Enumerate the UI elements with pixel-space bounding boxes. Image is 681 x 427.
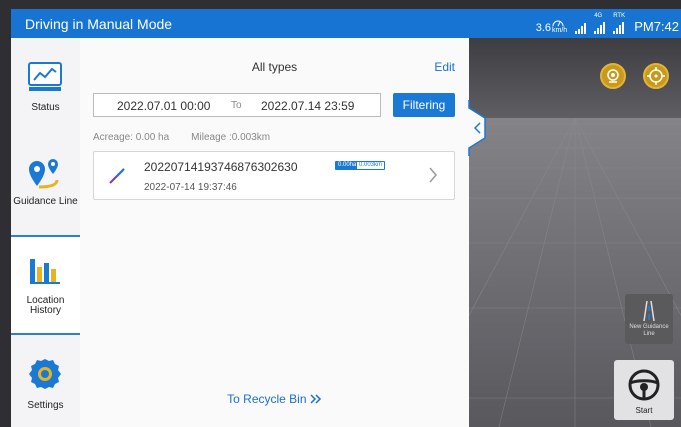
- sidebar: Status Guidance Line Location History Se…: [11, 38, 80, 427]
- speed-unit: km/h: [552, 27, 568, 34]
- sidebar-item-label: Location History: [26, 295, 65, 316]
- speed-value: 3.6: [535, 22, 552, 34]
- sidebar-item-status[interactable]: Status: [11, 38, 80, 118]
- guidance-pin-icon: [29, 159, 59, 189]
- network-label: 4G: [594, 13, 603, 19]
- acreage-total: Acreage: 0.00 ha: [93, 132, 170, 143]
- filtering-button[interactable]: Filtering: [393, 93, 455, 117]
- sidebar-item-guidance-line[interactable]: Guidance Line: [11, 118, 80, 236]
- summary-stats: Acreage: 0.00 ha Mileage :0.003km: [93, 132, 270, 143]
- camera-icon: [607, 69, 619, 83]
- new-guidance-line-label: New Guidance Line: [629, 324, 669, 337]
- chevron-right-icon: [429, 167, 437, 183]
- clock: PM7:42: [634, 19, 679, 34]
- sidebar-item-label: Status: [31, 102, 60, 113]
- recycle-bin-link[interactable]: To Recycle Bin: [80, 392, 469, 406]
- status-chart-icon: [28, 62, 62, 91]
- sidebar-item-location-history[interactable]: Location History: [11, 237, 80, 333]
- gear-icon: [29, 359, 61, 389]
- guidance-road-icon: [643, 300, 655, 322]
- sidebar-item-settings[interactable]: Settings: [11, 335, 80, 427]
- location-history-panel: All types Edit 2022.07.01 00:00 To 2022.…: [80, 38, 469, 427]
- record-date: 2022-07-14 19:37:46: [144, 182, 237, 193]
- double-chevron-right-icon: [310, 394, 321, 404]
- crosshair-icon: [647, 67, 665, 85]
- edit-button[interactable]: Edit: [434, 60, 455, 74]
- map-view[interactable]: New Guidance Line Start: [469, 38, 681, 427]
- sidebar-item-label: Settings: [27, 400, 64, 411]
- status-indicators: 3.6 km/h 4G RTK PM7:42: [535, 13, 679, 34]
- speedometer-icon: [552, 20, 564, 27]
- collapse-panel-button[interactable]: [467, 100, 487, 156]
- mileage-total: Mileage :0.003km: [191, 132, 271, 143]
- status-bar: Driving in Manual Mode 3.6 km/h 4G RTK P…: [11, 9, 681, 38]
- record-id: 20220714193746876302630: [144, 160, 298, 174]
- rtk-signal-icon: RTK: [613, 13, 625, 34]
- rtk-label: RTK: [613, 13, 626, 19]
- start-button[interactable]: Start: [614, 360, 674, 420]
- date-range-separator: To: [231, 100, 242, 111]
- network-signal-icon: 4G: [594, 13, 606, 34]
- satellite-signal-icon: [575, 22, 587, 34]
- mode-title: Driving in Manual Mode: [25, 16, 173, 32]
- date-to[interactable]: 2022.07.14 23:59: [261, 99, 354, 113]
- steering-wheel-icon: [628, 369, 660, 401]
- locate-button[interactable]: [643, 63, 669, 89]
- history-bars-icon: [30, 259, 60, 284]
- type-filter-dropdown[interactable]: All types: [80, 60, 469, 74]
- track-line-icon: [109, 168, 125, 184]
- sidebar-item-label: Guidance Line: [13, 196, 78, 207]
- recycle-bin-label: To Recycle Bin: [227, 392, 307, 406]
- mileage-badge: 0.003km: [356, 161, 386, 170]
- start-label: Start: [635, 406, 653, 415]
- list-item[interactable]: 20220714193746876302630 0.00ha 0.003km 2…: [93, 151, 455, 200]
- date-from[interactable]: 2022.07.01 00:00: [117, 99, 210, 113]
- date-range-picker[interactable]: 2022.07.01 00:00 To 2022.07.14 23:59: [93, 93, 381, 117]
- new-guidance-line-button[interactable]: New Guidance Line: [625, 294, 673, 344]
- speed-readout: 3.6 km/h: [535, 20, 568, 34]
- camera-button[interactable]: [600, 63, 626, 89]
